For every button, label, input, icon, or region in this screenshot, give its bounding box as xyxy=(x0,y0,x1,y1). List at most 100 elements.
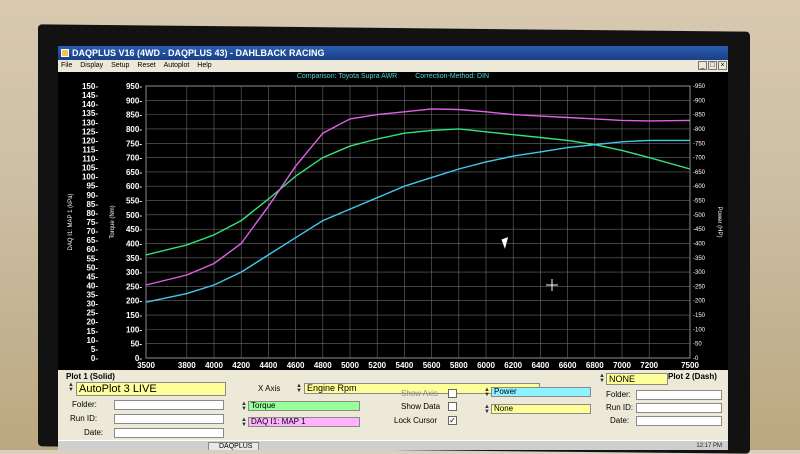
y-right-tick-label: -850 xyxy=(693,113,706,119)
x-tick-label: 7200 xyxy=(640,361,658,370)
x-tick-label: 5400 xyxy=(396,361,414,370)
y-right-tick-label: -600 xyxy=(693,184,706,190)
y-map-tick-label: 105- xyxy=(82,164,98,173)
lock-cursor-checkbox[interactable]: ✓ xyxy=(448,416,457,425)
y-map-tick-label: 75- xyxy=(86,218,98,227)
x-tick-label: 4600 xyxy=(287,361,305,370)
ch1-spinner[interactable]: ▲ ▼ xyxy=(241,401,247,412)
show-axis-label: Show Axis xyxy=(401,389,438,398)
x-tick-label: 7500 xyxy=(681,361,699,370)
y-left-tick-label: 450- xyxy=(126,225,142,234)
y-left-tick-label: 800- xyxy=(126,125,142,134)
correction-method-text: Correction-Method: DIN xyxy=(415,73,490,80)
y-map-tick-label: 145- xyxy=(82,91,98,100)
y-map-tick-label: 30- xyxy=(86,300,98,309)
menu-help[interactable]: Help xyxy=(194,60,214,72)
y-map-tick-label: 65- xyxy=(86,236,98,245)
date-field[interactable] xyxy=(114,428,224,438)
autoplot-select[interactable]: AutoPlot 3 LIVE xyxy=(76,382,226,396)
plot2-date-field[interactable] xyxy=(636,416,722,426)
show-data-label: Show Data xyxy=(401,402,441,411)
plot2-label: Plot 2 (Dash) xyxy=(668,372,717,381)
channel3-select[interactable]: Power xyxy=(491,387,591,397)
plot2-select[interactable]: NONE xyxy=(606,373,668,385)
lock-cursor-label: Lock Cursor xyxy=(394,416,438,425)
y-right-tick-label: -800 xyxy=(693,127,706,133)
x-tick-label: 6400 xyxy=(532,361,550,370)
menu-setup[interactable]: Setup xyxy=(108,60,132,72)
ch4-spinner[interactable]: ▲ ▼ xyxy=(484,404,490,415)
y-right-tick-label: -150 xyxy=(693,313,706,319)
y-left-tick-label: 500- xyxy=(126,211,142,220)
menu-reset[interactable]: Reset xyxy=(134,60,158,72)
y-right-tick-label: -500 xyxy=(693,213,706,219)
maximize-button[interactable]: □ xyxy=(708,61,717,70)
plot2-runid-label: Run ID: xyxy=(606,403,634,412)
window-title: DAQPLUS V16 (4WD - DAQPLUS 43) - DAHLBAC… xyxy=(72,48,325,58)
y-left-tick-label: 250- xyxy=(126,282,142,291)
show-axis-checkbox[interactable] xyxy=(448,389,457,398)
y-right-tick-label: -350 xyxy=(693,256,706,262)
x-tick-label: 4200 xyxy=(232,361,250,370)
y-map-tick-label: 5- xyxy=(91,345,98,354)
y-map-tick-label: 50- xyxy=(86,263,98,272)
window-title-bar[interactable]: DAQPLUS V16 (4WD - DAQPLUS 43) - DAHLBAC… xyxy=(58,46,728,60)
channel1-select[interactable]: Torque xyxy=(248,401,360,411)
menu-display[interactable]: Display xyxy=(77,60,106,72)
x-axis-label: X Axis xyxy=(258,384,281,393)
x-tick-label: 5000 xyxy=(341,361,359,370)
close-button[interactable]: × xyxy=(718,61,727,70)
y-map-tick-label: 45- xyxy=(86,272,98,281)
show-data-checkbox[interactable] xyxy=(448,402,457,411)
x-tick-label: 3800 xyxy=(178,361,196,370)
channel4-select[interactable]: None xyxy=(491,404,591,414)
y-left-tick-label: 950- xyxy=(126,82,142,91)
plot2-folder-field[interactable] xyxy=(636,390,722,400)
x-axis-spinner[interactable]: ▲ ▼ xyxy=(296,383,302,394)
y-right-tick-label: -100 xyxy=(693,327,706,333)
plot2-runid-field[interactable] xyxy=(636,403,722,413)
minimize-button[interactable]: _ xyxy=(698,61,707,70)
y-map-tick-label: 70- xyxy=(86,227,98,236)
y-right-tick-label: -450 xyxy=(693,227,706,233)
y-left-tick-label: 150- xyxy=(126,311,142,320)
y-right-tick-label: -700 xyxy=(693,156,706,162)
taskbar-daqplus-button[interactable]: DAQPLUS xyxy=(208,442,260,450)
y-map-tick-label: 140- xyxy=(82,100,98,109)
y-map-tick-label: 35- xyxy=(86,291,98,300)
y-right-tick-label: -550 xyxy=(693,199,706,205)
y-map-tick-label: 150- xyxy=(82,82,98,91)
channel2-select[interactable]: DAQ I1: MAP 1 xyxy=(248,417,360,427)
folder-label: Folder: xyxy=(72,400,97,409)
y-map-tick-label: 55- xyxy=(86,254,98,263)
ch3-spinner[interactable]: ▲ ▼ xyxy=(484,387,490,398)
y-left-tick-label: 700- xyxy=(126,154,142,163)
y-right-tick-label: -250 xyxy=(693,284,706,290)
date-label: Date: xyxy=(84,428,104,437)
y-left-tick-label: 550- xyxy=(126,197,142,206)
menu-file[interactable]: File xyxy=(58,60,75,72)
y-torque-axis-label: Torque (Nm) xyxy=(110,205,116,238)
dyno-chart[interactable]: 3500 3800 4000 4200 4400 4600 4800 5000 5200 5400… xyxy=(58,82,728,370)
monitor-screen: DAQPLUS V16 (4WD - DAQPLUS 43) - DAHLBAC… xyxy=(58,46,728,450)
y-map-tick-label: 115- xyxy=(82,145,98,154)
plot2-spinner[interactable]: ▲ ▼ xyxy=(599,373,605,384)
y-right-tick-label: -300 xyxy=(693,270,706,276)
plot2-folder-label: Folder: xyxy=(606,390,631,399)
y-right-tick-label: -900 xyxy=(693,98,706,104)
menu-autoplot[interactable]: Autoplot xyxy=(161,60,193,72)
y-right-tick-label: -50 xyxy=(693,342,702,348)
x-tick-label: 4400 xyxy=(260,361,278,370)
folder-field[interactable] xyxy=(114,400,224,410)
y-left-tick-label: 850- xyxy=(126,111,142,120)
autoplot-spinner[interactable]: ▲ ▼ xyxy=(68,382,74,393)
ch2-spinner[interactable]: ▲ ▼ xyxy=(241,417,247,428)
y-left-tick-label: 600- xyxy=(126,182,142,191)
y-left-tick-label: 200- xyxy=(126,297,142,306)
y-left-tick-label: 100- xyxy=(126,325,142,334)
y-map-tick-label: 0- xyxy=(91,354,98,363)
x-tick-label: 7000 xyxy=(613,361,631,370)
runid-field[interactable] xyxy=(114,414,224,424)
dyno-chart-svg[interactable]: 3500 3800 4000 4200 4400 4600 4800 5000 5200 5400… xyxy=(58,82,728,370)
app-icon xyxy=(61,49,69,57)
